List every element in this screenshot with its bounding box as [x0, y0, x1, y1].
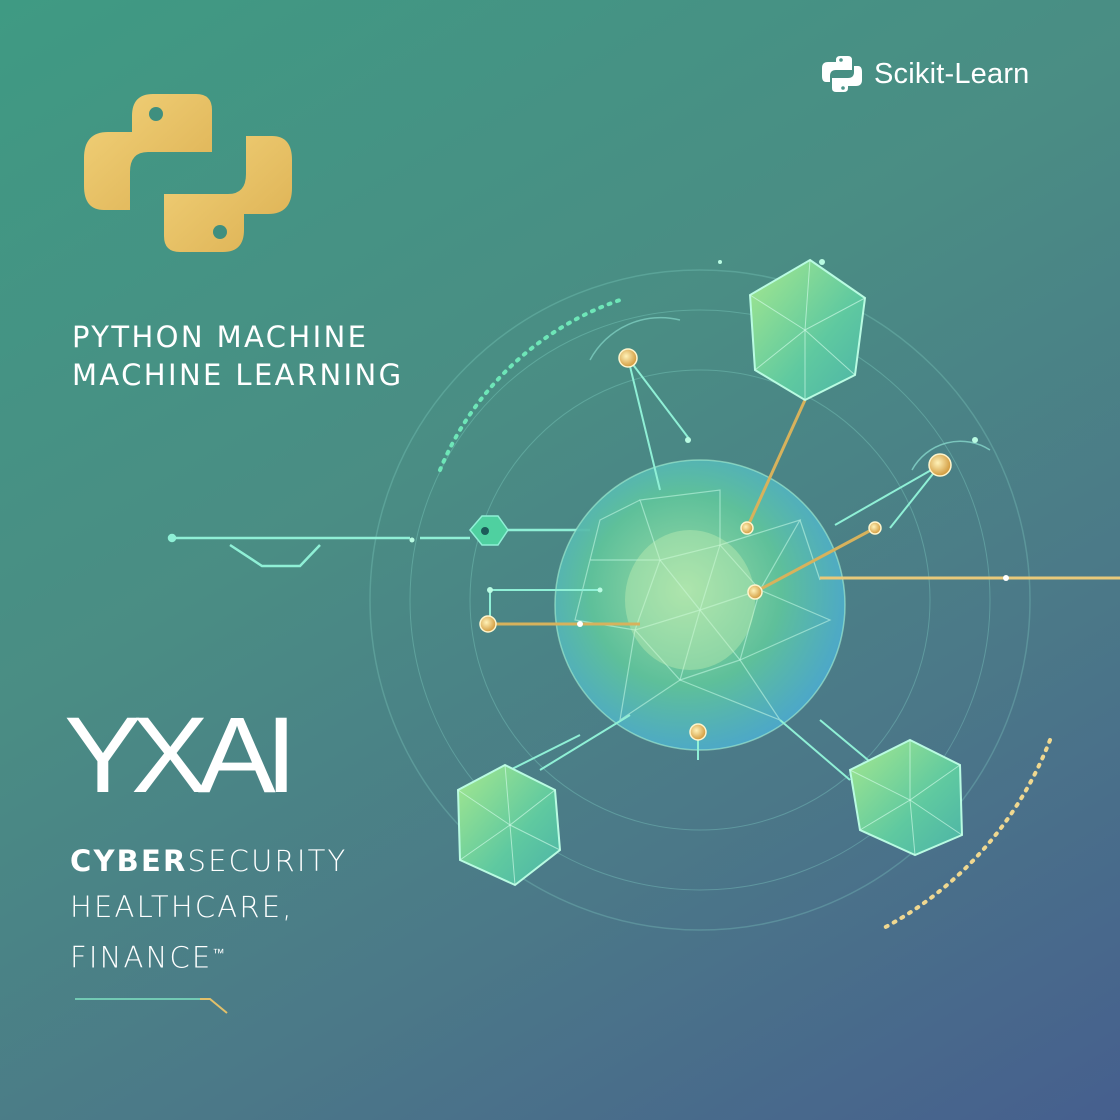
- headline-line-2: MACHINE LEARNING: [72, 358, 404, 392]
- domain-cybersecurity-rest: SECURITY: [187, 844, 348, 878]
- brand-label: Scikit-Learn: [874, 57, 1030, 90]
- domain-cybersecurity: CYBERSECURITY: [70, 838, 347, 884]
- domain-finance: FINANCE™: [70, 930, 347, 981]
- xai-title: YXAI: [64, 694, 297, 815]
- central-sphere: [554, 459, 846, 751]
- domain-healthcare: HEALTHCARE,: [70, 890, 294, 924]
- domain-cybersecurity-bold: CYBER: [70, 844, 188, 878]
- poster: Scikit-Learn PYTHON MACHINE MACHINE LEAR…: [0, 0, 1120, 1120]
- headline: PYTHON MACHINE MACHINE LEARNING: [72, 318, 403, 394]
- domain-list: CYBERSECURITY HEALTHCARE, FINANCE™: [70, 838, 347, 981]
- brand: Scikit-Learn: [820, 52, 1030, 96]
- scikit-learn-icon: [822, 56, 862, 92]
- python-logo-icon: [84, 94, 292, 252]
- gem-left: [456, 763, 562, 887]
- underline-accent: [75, 998, 228, 1014]
- headline-line-1: PYTHON MACHINE: [72, 320, 369, 354]
- domain-finance-label: FINANCE: [70, 940, 213, 975]
- domain-finance-mark: ™: [212, 946, 227, 960]
- gem-top: [748, 258, 867, 402]
